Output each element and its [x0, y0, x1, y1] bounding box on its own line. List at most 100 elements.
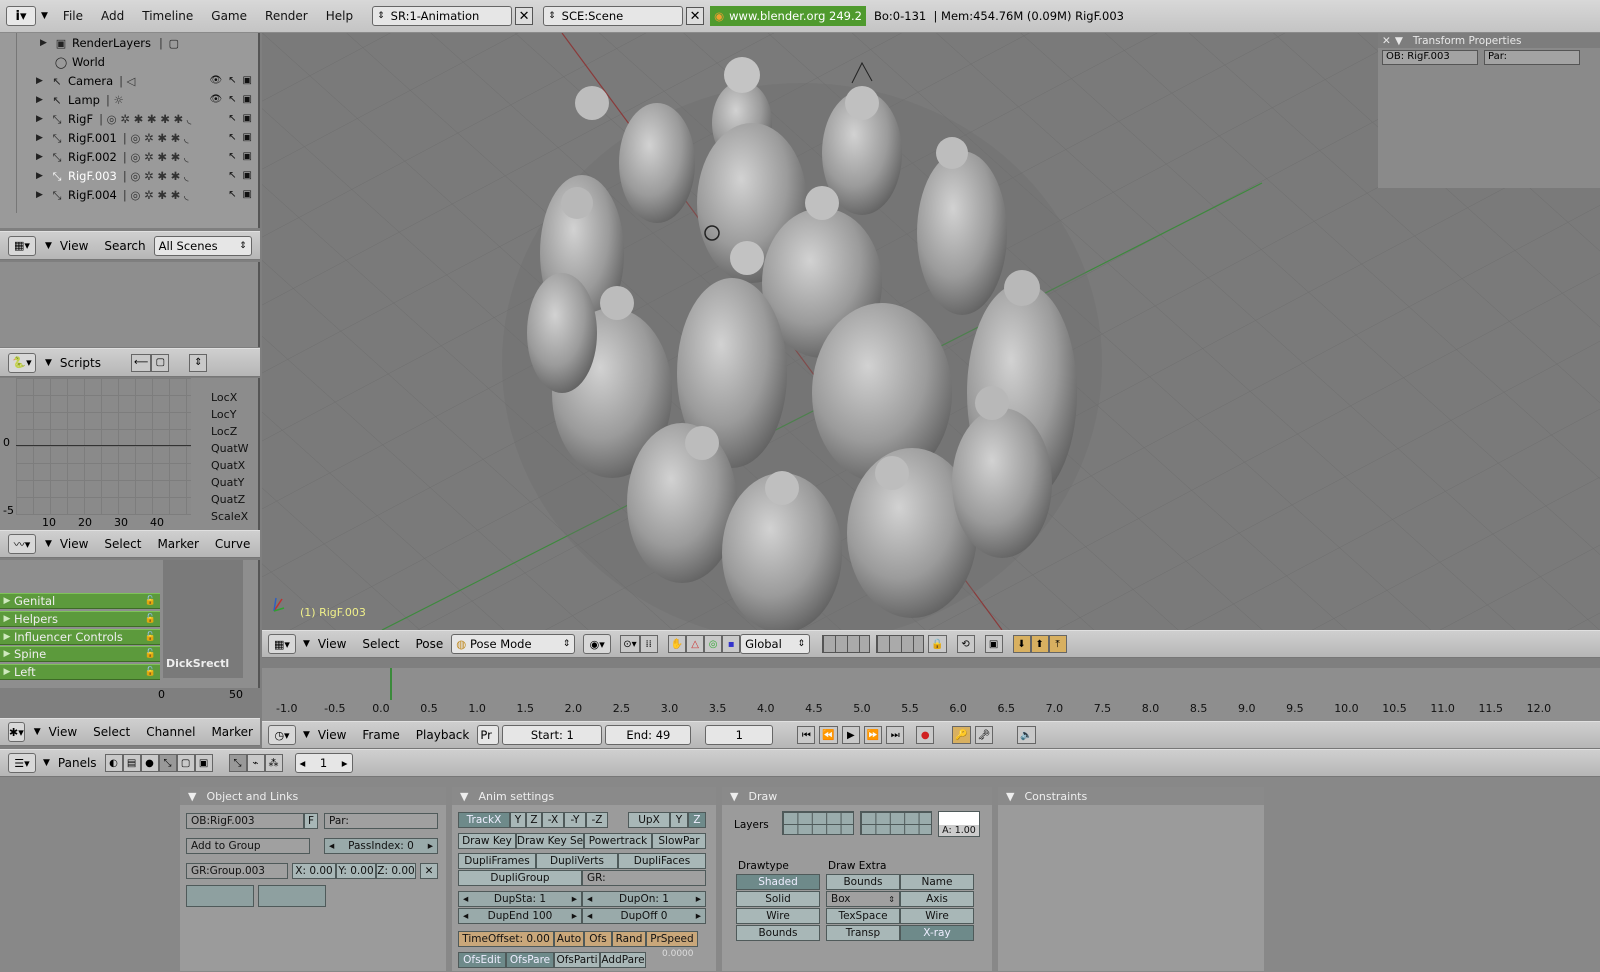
- end-frame-field[interactable]: End: 49: [605, 725, 692, 745]
- manipulator-hand-icon[interactable]: ✋: [667, 635, 687, 653]
- track-neg-y-button[interactable]: -Y: [564, 812, 586, 828]
- menu-view[interactable]: View: [310, 637, 354, 651]
- prspeed-button[interactable]: PrSpeed: [646, 931, 698, 947]
- 3d-view-editor-icon[interactable]: ▦▾: [268, 634, 296, 654]
- track-neg-x-button[interactable]: -X: [542, 812, 564, 828]
- ipo-channel[interactable]: QuatZ: [211, 493, 245, 506]
- action-channel-left[interactable]: ▶ Left 🔓: [0, 664, 160, 680]
- grid-snap-icon[interactable]: ⁞⁞: [639, 635, 658, 653]
- extra-axis-button[interactable]: Axis: [900, 891, 974, 907]
- dupli-group-name-field[interactable]: GR:: [582, 870, 706, 886]
- extra-xray-button[interactable]: X-ray: [900, 925, 974, 941]
- layer-grid-1[interactable]: [782, 811, 854, 835]
- menu-timeline[interactable]: Timeline: [133, 9, 202, 23]
- scene-filter-select[interactable]: All Scenes ⇕: [153, 235, 252, 256]
- drawtype-solid[interactable]: Solid: [736, 891, 820, 907]
- parent-field[interactable]: Par:: [324, 813, 438, 829]
- paste-flipped-pose-icon[interactable]: ⤒: [1048, 635, 1067, 653]
- mode-select[interactable]: ◍ Pose Mode ⇕: [451, 634, 576, 654]
- dup-end-field[interactable]: ◂ DupEnd 100 ▸: [458, 908, 582, 924]
- track-z-button[interactable]: Z: [526, 812, 542, 828]
- rand-button[interactable]: Rand: [612, 931, 646, 947]
- menu-search[interactable]: Search: [96, 239, 153, 253]
- ipo-channel[interactable]: LocX: [211, 391, 237, 404]
- menu-marker[interactable]: Marker: [203, 725, 260, 739]
- up-z-button[interactable]: Z: [688, 812, 706, 828]
- layer-grid-2[interactable]: [860, 811, 932, 835]
- pivot-select-icon[interactable]: ⊙▾: [620, 635, 640, 653]
- insert-key-icon[interactable]: 🗝: [974, 726, 994, 744]
- scene-selector[interactable]: ⇕ SCE:Scene: [543, 6, 684, 26]
- dup-on-field[interactable]: ◂ DupOn: 1 ▸: [582, 891, 706, 907]
- menu-playback[interactable]: Playback: [408, 728, 478, 742]
- action-channel-spine[interactable]: ▶ Spine 🔓: [0, 646, 160, 662]
- panel-title[interactable]: ▼ Object and Links: [180, 787, 446, 805]
- timeline[interactable]: -1.0 -0.5 0.0 0.5 1.0 1.5 2.0 2.5 3.0 3.5 4.0 4.5 5.…: [262, 668, 1600, 721]
- outliner-editor-icon[interactable]: ▦▾: [8, 235, 36, 256]
- outliner-row-lamp[interactable]: ▶ ↖ Lamp | ☼ 👁 ↖ ▣: [0, 90, 258, 109]
- frame-number-field[interactable]: ◂ 1 ▸: [294, 753, 353, 773]
- back-arrow-icon[interactable]: ⟵: [130, 353, 152, 372]
- panel-title[interactable]: ▼ Draw: [722, 787, 992, 805]
- dup-start-field[interactable]: ◂ DupSta: 1 ▸: [458, 891, 582, 907]
- slowpar-button[interactable]: SlowPar: [652, 833, 706, 849]
- menu-curve[interactable]: Curve: [207, 537, 258, 551]
- window-icon[interactable]: ▢: [151, 353, 170, 372]
- group-name-field[interactable]: GR:Group.003: [186, 863, 288, 879]
- action-channel-influencer-controls[interactable]: ▶ Influencer Controls 🔓: [0, 629, 160, 645]
- scripts-editor-icon[interactable]: 🐍▾: [8, 352, 36, 373]
- menu-view[interactable]: View: [52, 537, 96, 551]
- lock-layers-icon[interactable]: 🔒: [928, 635, 947, 653]
- close-icon[interactable]: ✕: [1382, 35, 1391, 47]
- current-frame-field[interactable]: 1: [705, 725, 774, 745]
- action-channel-genital[interactable]: ▶ Genital 🔓: [0, 593, 160, 609]
- render-preview-icon[interactable]: ▣: [984, 635, 1003, 653]
- outliner-row-rigf002[interactable]: ▶ ⤡ RigF.002 | ◎ ✲ ✱ ✱ ◟ ↖ ▣: [0, 147, 258, 166]
- ipo-channel[interactable]: QuatY: [211, 476, 244, 489]
- remove-group-icon[interactable]: ✕: [420, 863, 438, 879]
- audio-sync-icon[interactable]: 🔈: [1017, 726, 1036, 744]
- menu-marker[interactable]: Marker: [149, 537, 206, 551]
- physics-subtab-icon[interactable]: ⌁: [246, 754, 265, 772]
- track-neg-z-button[interactable]: -Z: [586, 812, 608, 828]
- powertrack-button[interactable]: Powertrack: [584, 833, 652, 849]
- draw-key-button[interactable]: Draw Key: [458, 833, 516, 849]
- start-frame-field[interactable]: Start: 1: [502, 725, 603, 745]
- current-frame-marker[interactable]: [390, 668, 392, 700]
- panel-title[interactable]: ▼ Constraints: [998, 787, 1264, 805]
- action-channel-helpers[interactable]: ▶ Helpers 🔓: [0, 611, 160, 627]
- panel-title[interactable]: ▼ Anim settings: [452, 787, 716, 805]
- extra-name-button[interactable]: Name: [900, 874, 974, 890]
- ofspare-button[interactable]: OfsPare: [506, 952, 554, 968]
- group-offset-y[interactable]: Y: 0.00: [336, 863, 376, 879]
- ofsparti-button[interactable]: OfsParti: [554, 952, 600, 968]
- object-name-field[interactable]: OB:RigF.003: [186, 813, 304, 829]
- ipo-channel[interactable]: LocY: [211, 408, 236, 421]
- scale-manipulator-icon[interactable]: ▪: [722, 635, 741, 653]
- drawtype-shaded[interactable]: Shaded: [736, 874, 820, 890]
- collapse-arrow-icon[interactable]: ▼: [45, 539, 52, 549]
- addpare-button[interactable]: AddPare: [600, 952, 646, 968]
- orientation-select[interactable]: Global ⇕: [740, 634, 811, 654]
- outliner-row-camera[interactable]: ▶ ↖ Camera | ◁ 👁 ↖ ▣: [0, 71, 258, 90]
- particles-subtab-icon[interactable]: ⁂: [264, 754, 283, 772]
- shading-context-icon[interactable]: ●: [140, 754, 159, 772]
- ofsedit-button[interactable]: OfsEdit: [458, 952, 506, 968]
- group-layer-buttons[interactable]: [186, 885, 254, 907]
- menu-game[interactable]: Game: [202, 9, 256, 23]
- layer-buttons[interactable]: [822, 635, 925, 653]
- auto-offset-button[interactable]: Auto: [554, 931, 584, 947]
- outliner-row-rigf[interactable]: ▶ ⤡ RigF | ◎ ✲ ✱ ✱ ✱ ✱ ◟ ↖ ▣: [0, 109, 258, 128]
- object-subtab-icon[interactable]: ⤡: [228, 754, 247, 772]
- extra-transp-button[interactable]: Transp: [826, 925, 900, 941]
- menu-select[interactable]: Select: [85, 725, 138, 739]
- outliner-row-rigf003[interactable]: ▶ ⤡ RigF.003 | ◎ ✲ ✱ ✱ ◟ ↖ ▣: [0, 166, 258, 185]
- menu-add[interactable]: Add: [92, 9, 133, 23]
- info-window-icon[interactable]: i▾: [6, 6, 36, 26]
- menu-select[interactable]: Select: [96, 537, 149, 551]
- menu-panels[interactable]: Panels: [50, 756, 105, 770]
- extra-bounds-button[interactable]: Bounds: [826, 874, 900, 890]
- paste-pose-icon[interactable]: ⬆: [1030, 635, 1049, 653]
- collapse-arrow-icon[interactable]: ▼: [45, 241, 52, 251]
- draw-type-select-icon[interactable]: ◉▾: [583, 634, 612, 654]
